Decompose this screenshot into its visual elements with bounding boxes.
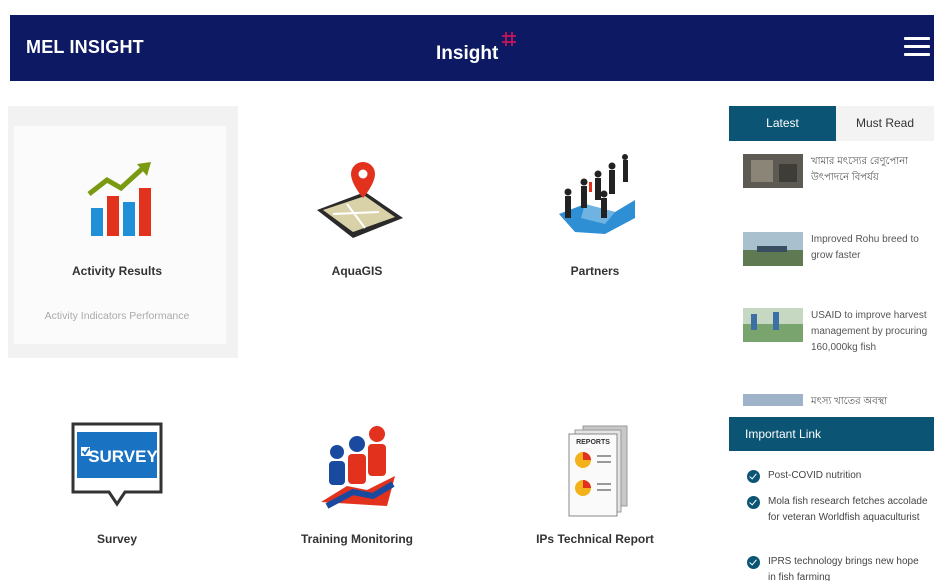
insight-logo-text[interactable]: Insight — [436, 43, 498, 65]
svg-text:SURVEY: SURVEY — [88, 447, 158, 466]
news-list: খামার মৎস্যের রেণুপোনা উৎপাদনে বিপর্যয় … — [729, 150, 934, 406]
hamburger-menu-icon[interactable] — [904, 37, 930, 59]
map-location-pin-icon — [317, 162, 403, 238]
brand-title[interactable]: MEL INSIGHT — [26, 37, 144, 58]
important-link-header: Important Link — [729, 417, 934, 451]
tile-ips-technical-report[interactable]: REPORTS IPs Technical Report — [495, 420, 695, 546]
news-title: খামার মৎস্যের রেণুপোনা উৎপাদনে বিপর্যয় — [811, 156, 909, 183]
news-thumbnail — [743, 232, 803, 266]
svg-text:REPORTS: REPORTS — [576, 439, 610, 446]
bar-chart-trend-icon — [87, 162, 151, 236]
news-thumbnail — [743, 154, 803, 188]
tile-label: IPs Technical Report — [536, 532, 654, 546]
tile-partners[interactable]: Partners — [495, 152, 695, 278]
news-thumbnail — [743, 308, 803, 342]
tile-aquagis[interactable]: AquaGIS — [257, 152, 457, 278]
insight-logo-mark-icon — [502, 32, 516, 46]
link-text: Mola fish research fetches accolade for … — [768, 496, 928, 523]
tile-survey[interactable]: SURVEY Survey — [17, 420, 217, 546]
news-tabs: Latest Must Read — [729, 106, 934, 141]
news-title: Improved Rohu breed to grow faster — [811, 234, 919, 261]
tile-label: AquaGIS — [331, 264, 383, 278]
check-circle-icon — [747, 496, 760, 509]
top-navbar: MEL INSIGHT Insight — [10, 15, 934, 81]
tile-label: Activity Results — [71, 264, 163, 278]
news-title: মৎস্য খাতের অবস্থা — [811, 396, 888, 406]
survey-badge-icon: SURVEY — [71, 422, 163, 507]
check-circle-icon — [747, 556, 760, 569]
reports-document-icon: REPORTS — [568, 425, 628, 517]
link-text: IPRS technology brings new hope in fish … — [768, 556, 919, 581]
important-links-list: Post-COVID nutrition Mola fish research … — [729, 460, 934, 581]
news-thumbnail — [743, 394, 803, 406]
tile-subtitle: Activity Indicators Performance — [44, 310, 190, 322]
news-title: USAID to improve harvest management by p… — [811, 310, 928, 353]
tile-activity-results[interactable]: Activity Results Activity Indicators Per… — [17, 152, 217, 324]
tab-latest[interactable]: Latest — [729, 106, 836, 141]
tile-label: Survey — [96, 532, 138, 546]
tile-label: Partners — [570, 264, 620, 278]
training-people-icon — [321, 426, 395, 509]
link-text: Post-COVID nutrition — [768, 470, 862, 481]
tile-training-monitoring[interactable]: Training Monitoring — [257, 420, 457, 546]
tab-must-read[interactable]: Must Read — [836, 106, 934, 141]
check-circle-icon — [747, 470, 760, 483]
tile-label: Training Monitoring — [301, 532, 413, 546]
people-puzzle-icon — [559, 154, 635, 234]
